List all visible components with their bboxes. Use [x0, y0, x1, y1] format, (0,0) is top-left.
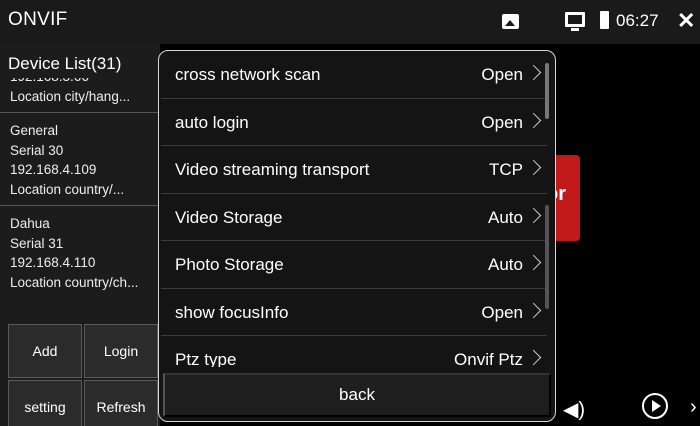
- device-serial: Serial 30: [10, 142, 64, 158]
- menu-item-value: Open: [481, 112, 523, 132]
- next-icon[interactable]: ›: [690, 396, 697, 419]
- menu-item-video-storage[interactable]: Video Storage Auto: [161, 194, 547, 241]
- chevron-right-icon: [525, 349, 542, 366]
- menu-item-show-focusinfo[interactable]: show focusInfo Open: [161, 289, 547, 336]
- monitor-icon[interactable]: [565, 12, 585, 31]
- menu-item-cross-network-scan[interactable]: cross network scan Open: [161, 51, 547, 99]
- device-serial: Serial 31: [10, 235, 64, 251]
- chevron-right-icon: [525, 112, 542, 128]
- menu-item-label: cross network scan: [175, 65, 321, 84]
- menu-item-label: Video streaming transport: [175, 160, 370, 179]
- menu-item-value: Auto: [488, 207, 523, 227]
- volume-icon[interactable]: ◀): [563, 397, 585, 422]
- chevron-right-icon: [525, 159, 542, 176]
- settings-menu-list[interactable]: cross network scan Open auto login Open …: [159, 51, 555, 367]
- image-icon[interactable]: [502, 14, 519, 29]
- list-item[interactable]: Dahua Serial 31 192.168.4.110 Location c…: [0, 212, 160, 292]
- clock-time: 06:27: [616, 11, 659, 30]
- device-list[interactable]: 192.168.3.66 Location city/hang... Gener…: [0, 78, 160, 320]
- menu-item-photo-storage[interactable]: Photo Storage Auto: [161, 241, 547, 289]
- device-name: General: [10, 123, 59, 138]
- setting-button[interactable]: setting: [8, 380, 82, 426]
- back-button[interactable]: back: [163, 373, 551, 417]
- list-item[interactable]: General Serial 30 192.168.4.109 Location…: [0, 119, 160, 206]
- device-location: Location city/hang...: [10, 88, 131, 104]
- device-ip: 192.168.4.110: [10, 255, 96, 270]
- device-list-title: Device List(31): [8, 54, 122, 73]
- chevron-right-icon: [525, 207, 542, 223]
- menu-item-value: Onvif Ptz: [454, 350, 523, 367]
- menu-item-ptz-type[interactable]: Ptz type Onvif Ptz: [161, 336, 547, 367]
- play-icon[interactable]: [642, 393, 668, 419]
- chevron-right-icon: [525, 302, 542, 318]
- menu-item-label: Ptz type: [175, 350, 237, 367]
- scrollbar-track-segment: [545, 205, 549, 309]
- device-location: Location country/...: [10, 181, 125, 197]
- menu-item-auto-login[interactable]: auto login Open: [161, 99, 547, 146]
- list-item[interactable]: 192.168.3.66 Location city/hang...: [0, 78, 160, 113]
- close-icon[interactable]: ✕: [677, 8, 695, 34]
- device-list-panel: Device List(31) 192.168.3.66 Location ci…: [0, 44, 160, 426]
- menu-item-label: Photo Storage: [175, 255, 284, 274]
- add-button[interactable]: Add: [8, 324, 82, 378]
- battery-icon: [600, 11, 609, 29]
- menu-item-label: Video Storage: [175, 207, 283, 227]
- menu-item-value: Open: [481, 302, 523, 322]
- device-ip: 192.168.4.109: [10, 162, 97, 177]
- menu-item-value: TCP: [489, 160, 523, 179]
- app-title: ONVIF: [8, 9, 68, 30]
- menu-item-label: auto login: [175, 112, 249, 132]
- status-bar: ONVIF 06:27 ✕: [0, 0, 700, 44]
- settings-dialog: cross network scan Open auto login Open …: [158, 50, 556, 422]
- chevron-right-icon: [525, 64, 542, 81]
- refresh-button[interactable]: Refresh: [84, 380, 158, 426]
- device-name: Dahua: [10, 216, 50, 231]
- menu-item-value: Auto: [488, 255, 523, 274]
- device-ip: 192.168.3.66: [10, 78, 160, 87]
- scrollbar-thumb[interactable]: [545, 63, 549, 119]
- login-button[interactable]: Login: [84, 324, 158, 378]
- chevron-right-icon: [525, 254, 542, 271]
- menu-item-value: Open: [481, 65, 523, 84]
- menu-item-video-streaming-transport[interactable]: Video streaming transport TCP: [161, 146, 547, 194]
- menu-item-label: show focusInfo: [175, 302, 289, 322]
- device-location: Location country/ch...: [10, 274, 139, 290]
